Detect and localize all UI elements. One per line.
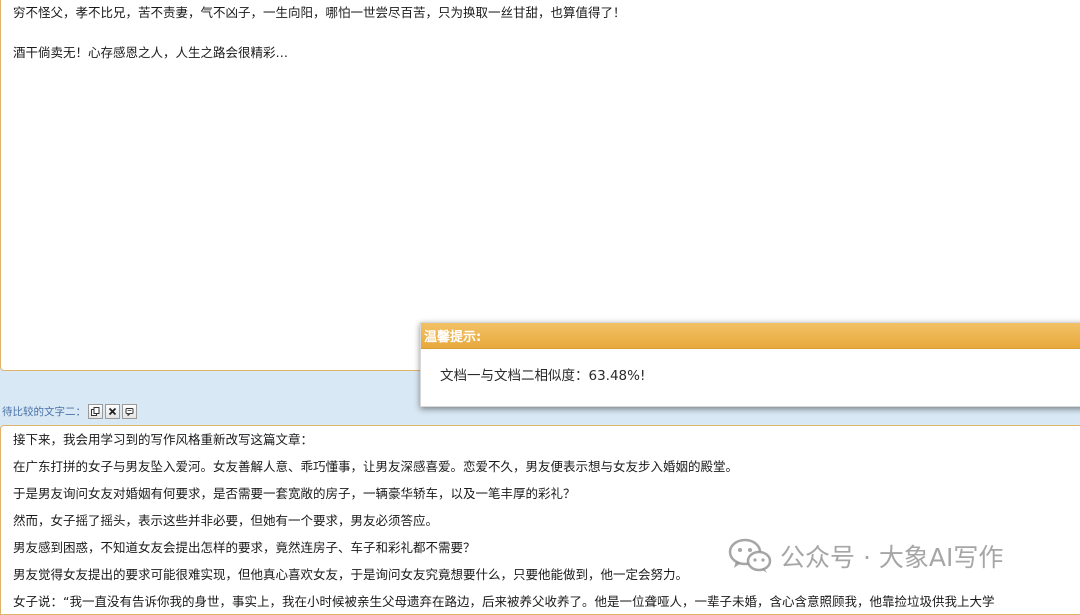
- clear-icon: [108, 407, 117, 415]
- paste-button[interactable]: [122, 403, 137, 419]
- text-line: 然而，女子摇了摇头，表示这些并非必要，但她有一个要求，男友必须答应。: [13, 513, 439, 528]
- copy-button[interactable]: [88, 403, 103, 419]
- text-line: 穷不怪父，孝不比兄，苦不责妻，气不凶子，一生向阳，哪怕一世尝尽百苦，只为换取一丝…: [13, 5, 626, 20]
- text-line: 酒干倘卖无！心存感恩之人，人生之路会很精彩…: [13, 45, 289, 60]
- compare-label-row: 待比较的文字二：: [0, 402, 137, 420]
- wechat-icon: [728, 538, 772, 573]
- compare-label: 待比较的文字二：: [2, 405, 86, 418]
- paste-icon: [125, 407, 134, 416]
- text-line: 于是男友询问女友对婚姻有何要求，是否需要一套宽敞的房子，一辆豪华轿车，以及一笔丰…: [13, 486, 576, 501]
- text-line: 接下来，我会用学习到的写作风格重新改写这篇文章：: [13, 432, 314, 447]
- text-area-document-two[interactable]: 接下来，我会用学习到的写作风格重新改写这篇文章： 在广东打拼的女子与男友坠入爱河…: [0, 425, 1080, 615]
- text-area-document-one[interactable]: 穷不怪父，孝不比兄，苦不责妻，气不凶子，一生向阳，哪怕一世尝尽百苦，只为换取一丝…: [0, 0, 1080, 371]
- copy-icon: [91, 406, 100, 416]
- dialog-header[interactable]: 温馨提示:: [421, 323, 1080, 349]
- text-line: 在广东打拼的女子与男友坠入爱河。女友善解人意、乖巧懂事，让男友深感喜爱。恋爱不久…: [13, 459, 739, 474]
- text-line: 男友觉得女友提出的要求可能很难实现，但他真心喜欢女友，于是询问女友究竟想要什么，…: [13, 567, 689, 582]
- clear-button[interactable]: [105, 403, 120, 419]
- similarity-dialog: 温馨提示: 文档一与文档二相似度：63.48%!: [420, 322, 1080, 407]
- watermark-text: 公众号 · 大象AI写作: [780, 543, 1004, 572]
- text-line: 女子说：“我一直没有告诉你我的身世，事实上，我在小时候被亲生父母遗弃在路边，后来…: [13, 594, 995, 609]
- similarity-message: 文档一与文档二相似度：63.48%!: [440, 368, 646, 384]
- dialog-body: 文档一与文档二相似度：63.48%!: [421, 349, 1080, 384]
- watermark: 公众号 · 大象AI写作: [728, 538, 1003, 574]
- text-line: 男友感到困惑，不知道女友会提出怎样的要求，竟然连房子、车子和彩礼都不需要？: [13, 540, 476, 555]
- dialog-title: 温馨提示:: [424, 330, 482, 345]
